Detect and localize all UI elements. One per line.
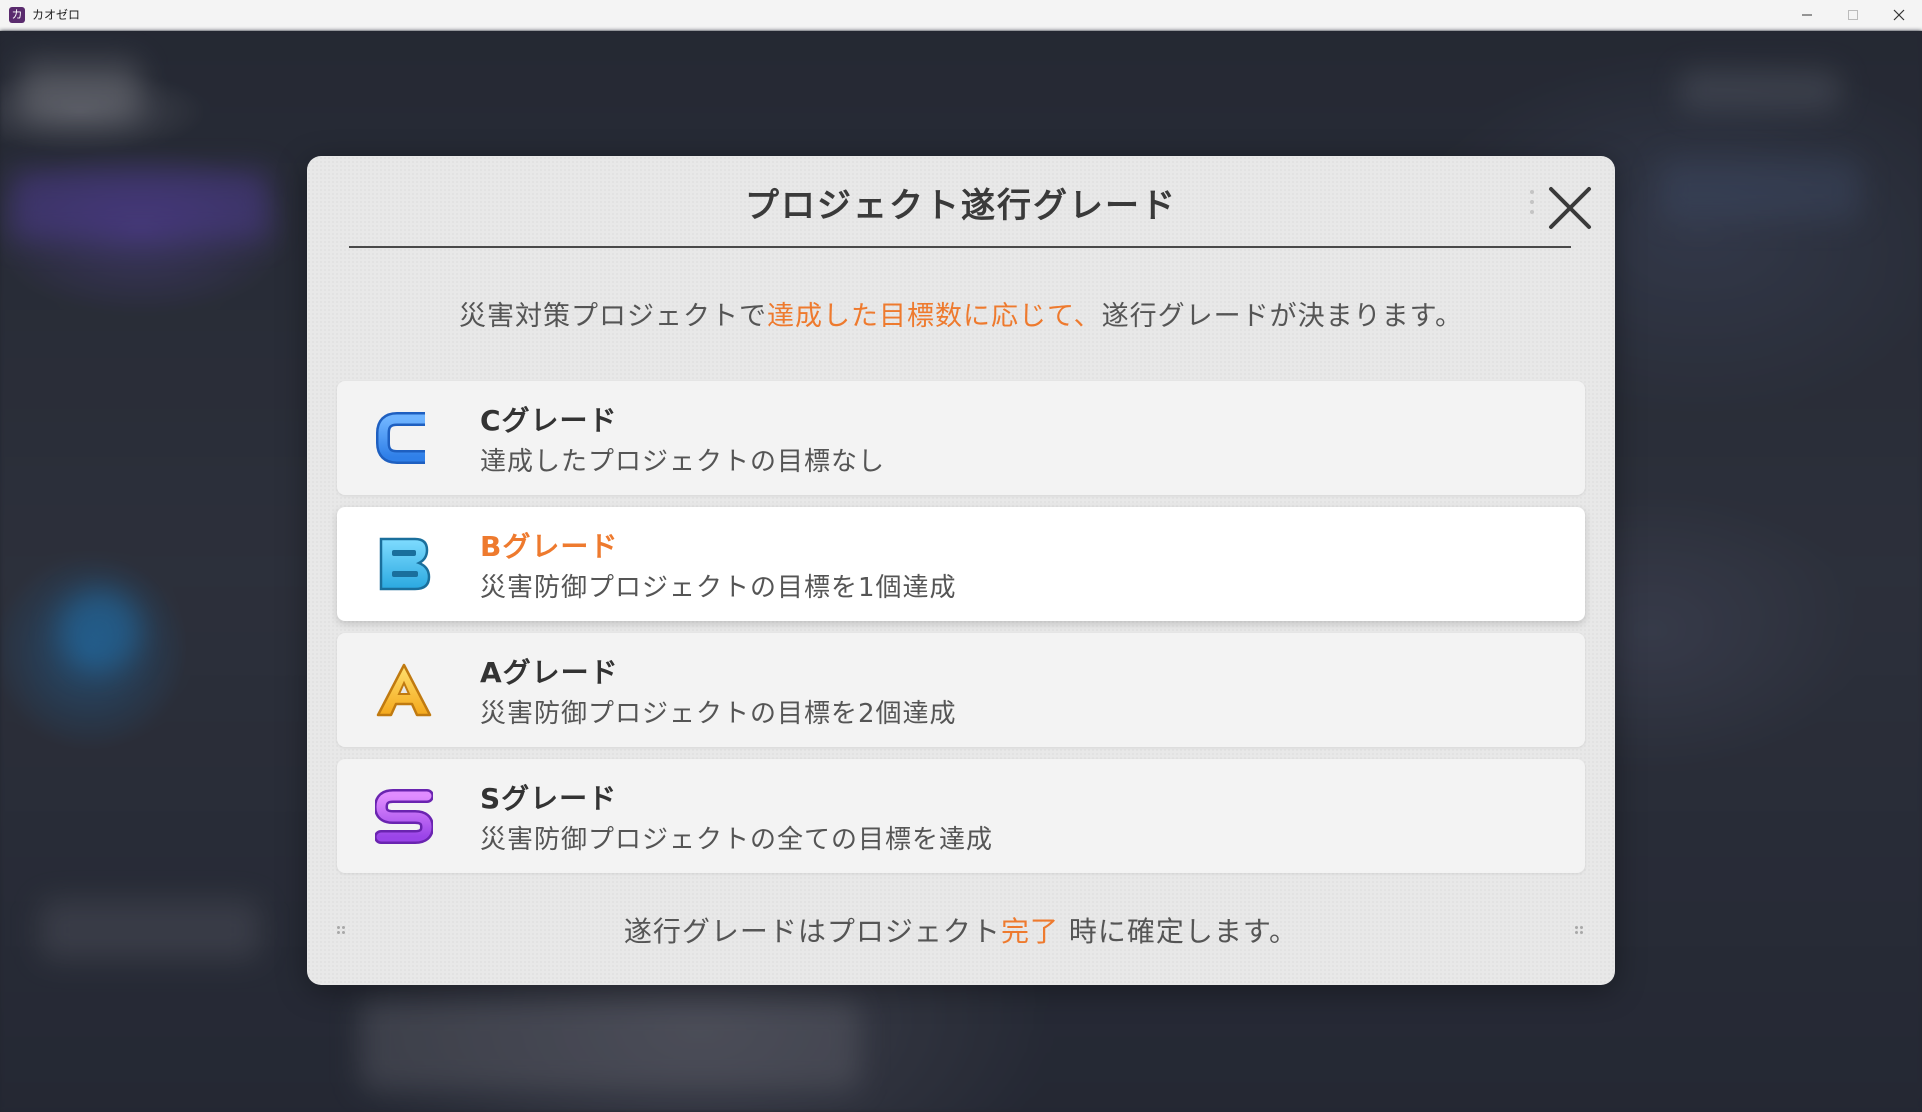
modal-title: プロジェクト遂行グレード xyxy=(745,186,1177,226)
grade-card-c: Cグレード 達成したプロジェクトの目標なし xyxy=(337,381,1585,495)
app-icon: カ xyxy=(9,7,25,23)
window-close-icon xyxy=(1893,9,1905,21)
footer-note-after: 時に確定します。 xyxy=(1058,915,1299,948)
grade-s-icon xyxy=(375,789,433,844)
grade-c-icon xyxy=(376,412,425,464)
footer-note: 遂行グレードはプロジェクト完了 時に確定します。 xyxy=(307,910,1615,950)
grade-a-icon xyxy=(376,663,432,717)
grade-description: 災害防御プロジェクトの目標を2個達成 xyxy=(480,699,957,729)
grade-name: Bグレード xyxy=(480,530,619,563)
close-icon xyxy=(1549,187,1591,229)
modal-close-button[interactable] xyxy=(1545,183,1595,233)
grade-name: Cグレード xyxy=(480,404,618,437)
grade-info-modal: プロジェクト遂行グレード 災害対策プロジェクトで達成した目標数に応じて、遂行グレ… xyxy=(307,156,1615,985)
grade-description: 災害防御プロジェクトの全ての目標を達成 xyxy=(480,825,994,855)
lead-text: 災害対策プロジェクトで達成した目標数に応じて、遂行グレードが決まります。 xyxy=(307,294,1615,333)
grade-b-icon xyxy=(379,537,431,591)
window-title: カオゼロ xyxy=(32,8,81,22)
grade-card-s: Sグレード 災害防御プロジェクトの全ての目標を達成 xyxy=(337,759,1585,873)
footer-note-highlight: 完了 xyxy=(1000,915,1059,948)
grade-card-a: Aグレード 災害防御プロジェクトの目標を2個達成 xyxy=(337,633,1585,747)
grade-name: Aグレード xyxy=(480,656,619,689)
maximize-button[interactable] xyxy=(1830,0,1876,30)
grade-list: Cグレード 達成したプロジェクトの目標なし Bグレード 災害防御プロジェクトの目… xyxy=(337,381,1585,885)
title-divider xyxy=(349,246,1571,248)
grade-description: 災害防御プロジェクトの目標を1個達成 xyxy=(480,573,957,603)
lead-text-after: 遂行グレードが決まります。 xyxy=(1101,301,1463,332)
grade-card-b: Bグレード 災害防御プロジェクトの目標を1個達成 xyxy=(337,507,1585,621)
grade-name: Sグレード xyxy=(480,782,618,815)
lead-text-before: 災害対策プロジェクトで xyxy=(459,301,768,332)
minimize-icon xyxy=(1802,14,1812,16)
maximize-icon xyxy=(1848,10,1858,20)
drag-handle xyxy=(1530,190,1536,224)
grade-description: 達成したプロジェクトの目標なし xyxy=(480,447,886,477)
footer-note-before: 遂行グレードはプロジェクト xyxy=(623,915,1001,948)
window-close-button[interactable] xyxy=(1876,0,1922,30)
window-titlebar: カ カオゼロ xyxy=(0,0,1922,31)
minimize-button[interactable] xyxy=(1784,0,1830,30)
lead-text-highlight: 達成した目標数に応じて、 xyxy=(767,301,1102,332)
